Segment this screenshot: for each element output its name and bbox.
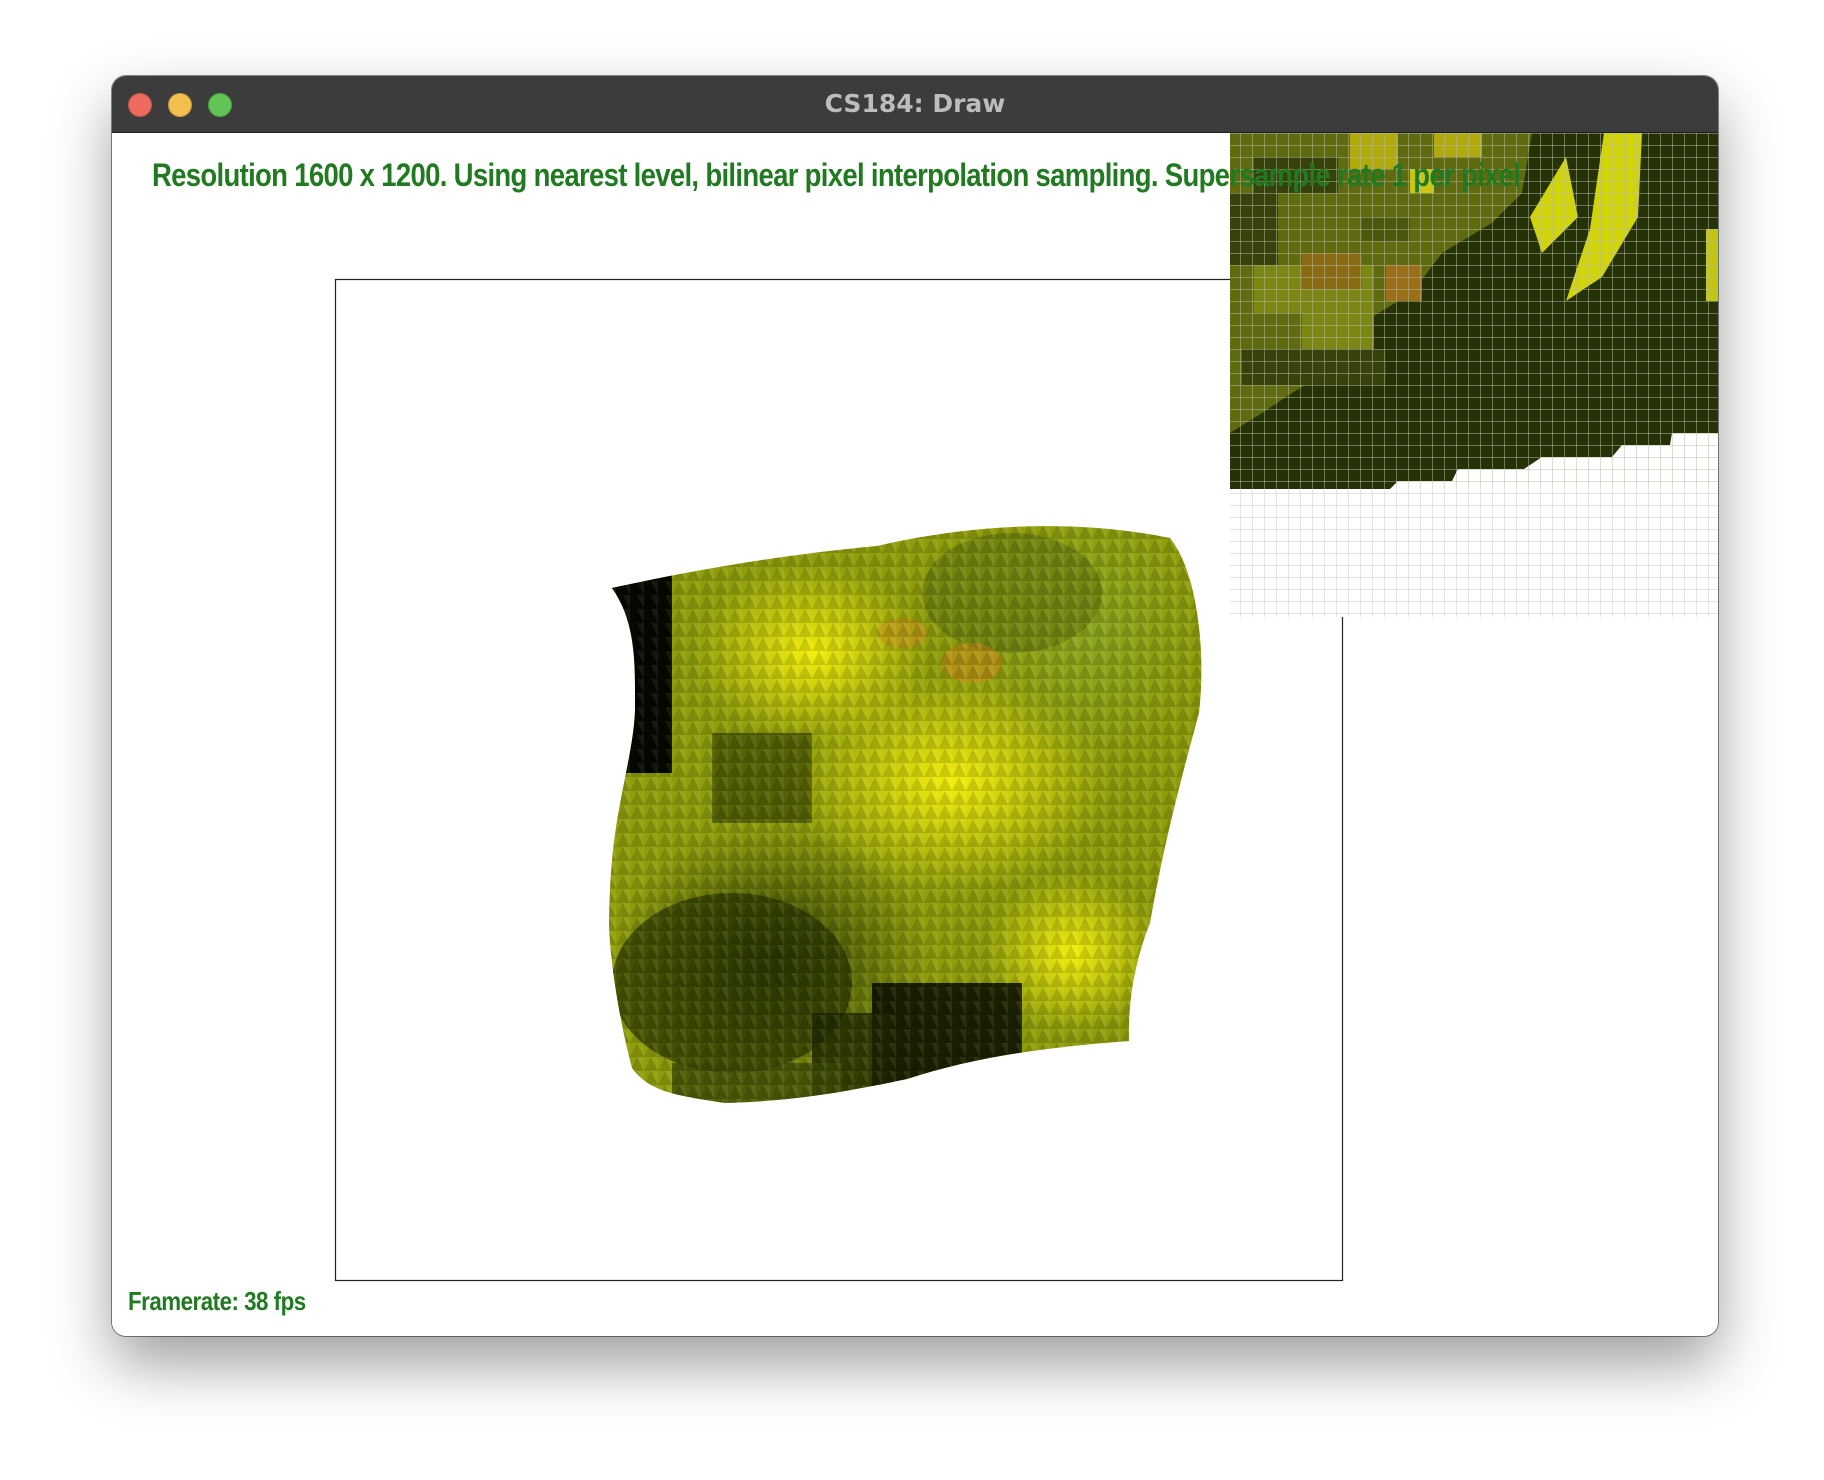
framerate-readout: Framerate: 38 fps	[128, 1286, 306, 1316]
title-bar[interactable]: CS184: Draw	[112, 76, 1718, 133]
window-title: CS184: Draw	[824, 89, 1006, 118]
status-text: Resolution 1600 x 1200. Using nearest le…	[152, 157, 1521, 193]
draw-viewport[interactable]: Resolution 1600 x 1200. Using nearest le…	[112, 133, 1718, 1336]
zoom-inset[interactable]	[1230, 133, 1718, 617]
textured-mesh	[609, 526, 1202, 1103]
render-canvas[interactable]	[112, 133, 1718, 1336]
app-window: CS184: Draw Resolution 1600 x 1200. Usin…	[112, 76, 1718, 1336]
